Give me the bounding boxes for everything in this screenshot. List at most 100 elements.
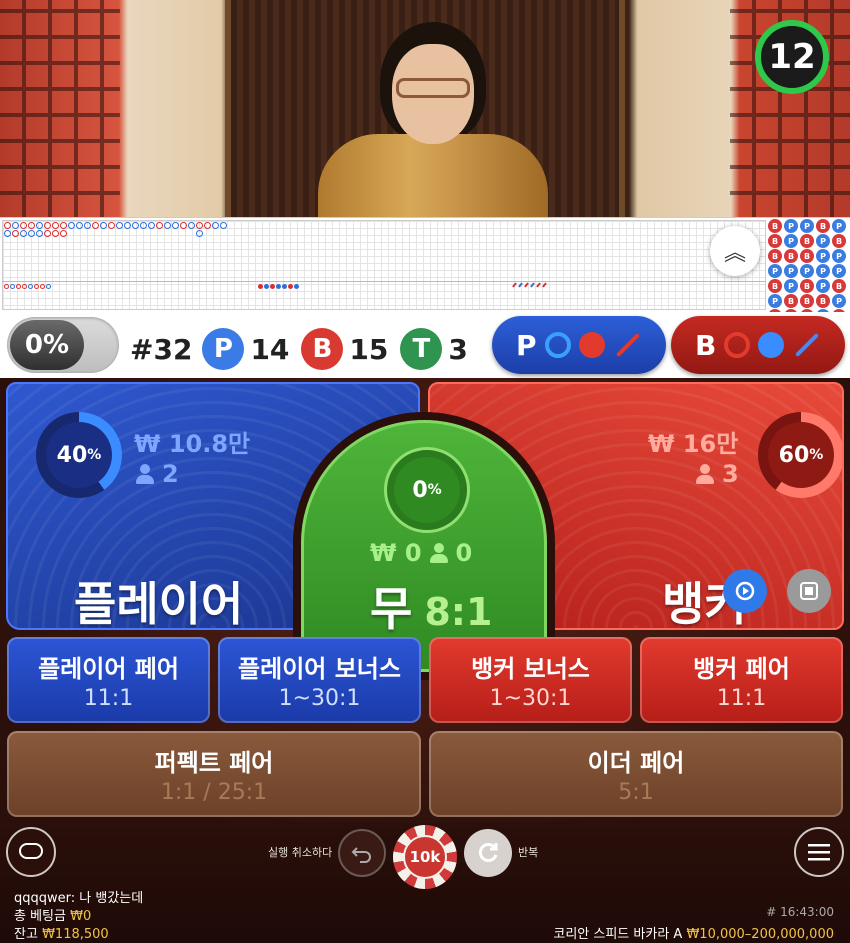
undo-icon [351,847,371,863]
bead-result: B [768,279,782,293]
banker-badge-icon: B [301,328,344,370]
cockroach-slash-icon [615,332,640,358]
player-bettors: 2 [136,460,179,488]
bead-result: B [768,249,782,263]
stop-button[interactable] [787,569,831,613]
banker-next-prediction-button[interactable]: B [671,316,845,374]
banker-win-count: 15 [349,332,389,366]
player-win-count: 14 [250,332,290,366]
player-total-amount: ₩ 10.8만 [134,430,251,458]
chat-line: qqqqwer: 나 뱅갔는데 [14,887,143,906]
derived-road-lines [512,282,547,288]
person-icon [696,464,714,484]
roadmap-expand-button[interactable]: ︽ [710,226,760,276]
undo-button[interactable] [338,829,386,877]
tie-odds: 8:1 [424,590,493,634]
bead-result: P [816,249,830,263]
side-bet-odds: 1~30:1 [489,686,572,711]
side-bet-odds: 1:1 / 25:1 [160,780,268,805]
percentage-toggle[interactable]: 0% [7,317,119,373]
bead-result: P [816,234,830,248]
player-bettor-count: 2 [162,460,179,488]
big-eye-ring-icon [544,332,571,358]
bead-plate: BPPBPBPBPBBBBPPPPPPPBPBPBPBBBPBBBPBBBPBB [768,219,848,338]
side-bet-title: 플레이어 보너스 [238,655,401,683]
banker-bonus-bet[interactable]: 뱅커 보너스 1~30:1 [429,637,632,723]
repeat-button[interactable] [464,829,512,877]
player-percent: 40 [56,442,88,468]
player-bonus-bet[interactable]: 플레이어 보너스 1~30:1 [218,637,421,723]
player-pair-bet[interactable]: 플레이어 페어 11:1 [7,637,210,723]
balance-label: 잔고 [14,927,38,942]
bead-result: P [784,234,798,248]
bead-result: B [800,234,814,248]
bead-result: B [768,234,782,248]
bead-result: P [784,264,798,278]
tie-percent: 0 [412,477,428,503]
cockroach-slash-icon [795,332,820,358]
repeat-label: 반복 [518,846,539,859]
bead-result: P [784,219,798,233]
bead-result: B [816,219,830,233]
tie-percent-gauge: 0% [384,447,470,533]
bottom-bar: 실행 취소하다 10k 반복 qqqqwer: 나 뱅갔는데 총 베팅금 ₩0 … [0,823,850,943]
bead-result: P [800,264,814,278]
live-video-feed [0,0,850,217]
bead-result: P [784,279,798,293]
refresh-icon [735,581,755,601]
rebet-button[interactable] [723,569,767,613]
bead-result: P [832,249,846,263]
bead-result: B [800,249,814,263]
bead-result: B [800,279,814,293]
banker-bettor-count: 3 [722,460,739,488]
bead-result: B [784,249,798,263]
bead-result: P [800,219,814,233]
side-bet-odds: 11:1 [83,686,134,711]
betting-table: 40% ₩ 10.8만 2 플레이어 60% ₩ 16만 3 뱅커 0% ₩ 0… [0,378,850,823]
bead-result: B [816,294,830,308]
person-icon [136,464,154,484]
bead-result: B [832,234,846,248]
bead-result: B [800,294,814,308]
banker-bettors: 3 [696,460,739,488]
big-eye-ring-icon [724,332,751,358]
tie-badge-icon: T [400,328,443,370]
bead-result: B [784,294,798,308]
banker-predict-letter: B [695,328,717,362]
big-road-row-2 [4,230,67,237]
bead-result: P [832,294,846,308]
chat-button[interactable] [6,827,56,877]
big-road-row [4,222,227,229]
either-pair-bet[interactable]: 이더 페어 5:1 [429,731,843,817]
bead-result: B [768,219,782,233]
side-bet-title: 이더 페어 [587,749,685,777]
player-title: 플레이어 [74,577,244,630]
tie-title-row: 무 8:1 [370,573,492,639]
side-bet-odds: 5:1 [618,780,654,805]
perfect-pair-bet[interactable]: 퍼펙트 페어 1:1 / 25:1 [7,731,421,817]
chip-selector[interactable]: 10k [393,825,457,889]
tie-bettor-count: 0 [455,539,473,567]
small-road-dot-icon [578,332,605,358]
bet-limits: ₩10,000–200,000,000 [686,927,834,942]
undo-label: 실행 취소하다 [268,846,333,859]
bead-result: P [768,294,782,308]
decor-lattice-left [0,0,120,217]
percentage-toggle-knob: 0% [10,320,84,370]
bead-result: P [768,264,782,278]
side-bet-title: 퍼펙트 페어 [154,749,274,777]
big-road-row-3 [196,230,203,237]
player-next-prediction-button[interactable]: P [492,316,666,374]
tie-bet-spot[interactable]: 0% ₩ 0 0 무 8:1 [301,420,547,672]
player-percent-gauge: 40% [36,412,122,498]
chat-user: qqqqwer: [14,891,76,906]
bead-result: P [832,219,846,233]
side-bet-title: 뱅커 보너스 [471,655,590,683]
side-bet-odds: 11:1 [716,686,767,711]
menu-button[interactable] [794,827,844,877]
player-predict-letter: P [516,328,537,362]
side-bet-title: 플레이어 페어 [38,655,179,683]
round-number: #32 [130,332,193,366]
banker-pair-bet[interactable]: 뱅커 페어 11:1 [640,637,843,723]
banker-percent-gauge: 60% [758,412,842,498]
